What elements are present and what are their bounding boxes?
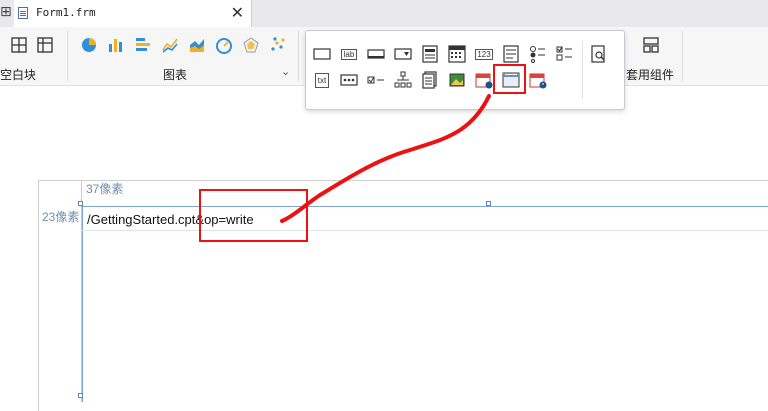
annotation-arrow xyxy=(280,94,491,223)
